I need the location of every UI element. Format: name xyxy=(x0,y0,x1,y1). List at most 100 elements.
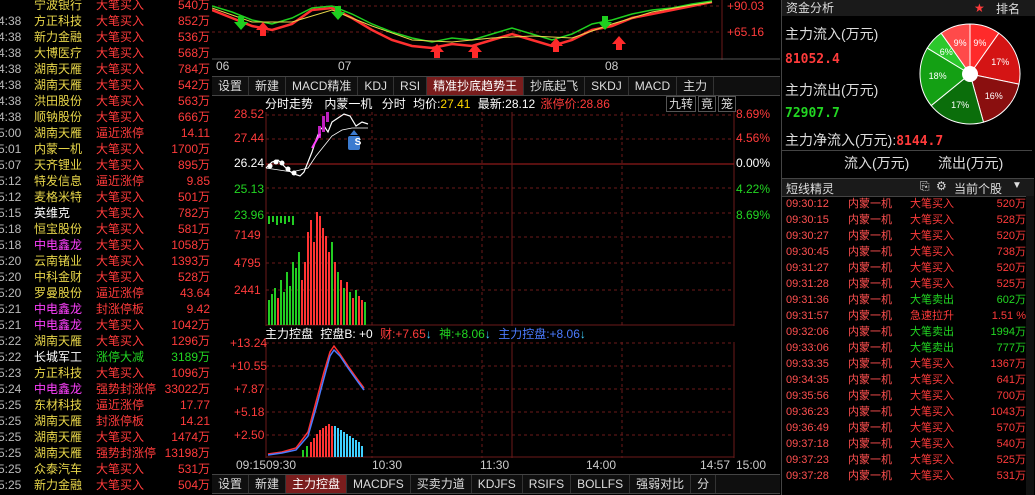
tab-top_tabs-7[interactable]: SKDJ xyxy=(585,77,629,95)
signal-row[interactable]: 4:38 顺钠股份 大笔买入 666万 xyxy=(0,109,212,125)
tab-bottom_tabs-0[interactable]: 设置 xyxy=(212,475,250,493)
shortline-time: 09:32:06 xyxy=(786,326,829,338)
tab-top_tabs-1[interactable]: 新建 xyxy=(249,77,287,95)
tab-top_tabs-0[interactable]: 设置 xyxy=(212,77,250,95)
sell-marker-label: S xyxy=(354,137,362,148)
signal-row[interactable]: 5:12 麦格米特 大笔买入 501万 xyxy=(0,189,212,205)
star-icon[interactable]: ★ xyxy=(974,1,985,15)
signal-row[interactable]: 4:38 湖南天雁 大笔买入 542万 xyxy=(0,77,212,93)
shortline-row[interactable]: 09:30:15 内蒙一机 大笔买入 528万 xyxy=(782,212,1034,228)
signal-value: 1296万 xyxy=(171,334,210,348)
rank-tab[interactable]: 排名 xyxy=(996,0,1020,17)
signal-row[interactable]: 5:20 云南锗业 大笔买入 1393万 xyxy=(0,253,212,269)
shortline-row[interactable]: 09:31:27 内蒙一机 大笔买入 520万 xyxy=(782,260,1034,276)
signal-row[interactable]: 5:25 湖南天雁 大笔买入 1474万 xyxy=(0,429,212,445)
gear-icon[interactable]: ⚙ xyxy=(936,179,947,193)
scope-select[interactable]: 当前个股 xyxy=(954,180,1002,197)
signal-row[interactable]: 5:12 特发信息 逼近涨停 9.85 xyxy=(0,173,212,189)
signal-row[interactable]: 5:21 中电鑫龙 封涨停板 9.42 xyxy=(0,301,212,317)
shortline-row[interactable]: 09:35:56 内蒙一机 大笔买入 700万 xyxy=(782,388,1034,404)
signal-row[interactable]: 5:25 湖南天雁 强势封涨停 13198万 xyxy=(0,445,212,461)
tab-bottom_tabs-6[interactable]: RSIFS xyxy=(523,475,572,493)
shortline-row[interactable]: 09:30:45 内蒙一机 大笔买入 738万 xyxy=(782,244,1034,260)
signal-row[interactable]: 5:22 长城军工 涨停大减 3189万 xyxy=(0,349,212,365)
tab-bottom_tabs-9[interactable]: 分 xyxy=(691,475,717,493)
signal-row[interactable]: 5:25 新力金融 大笔买入 504万 xyxy=(0,477,212,493)
signal-row[interactable]: 5:15 英维克 大笔买入 782万 xyxy=(0,205,212,221)
scrollbar[interactable] xyxy=(1026,196,1034,495)
signal-row[interactable]: 4:38 方正科技 大笔买入 852万 xyxy=(0,13,212,29)
tab-bottom_tabs-1[interactable]: 新建 xyxy=(249,475,287,493)
last-label: 最新: xyxy=(477,97,506,111)
signal-time: 5:25 xyxy=(0,462,22,476)
market-signal-list[interactable]: 宁波银行 大笔买入 540万 4:38 方正科技 大笔买入 852万 4:38 新力金融 大笔买入… xyxy=(0,0,212,495)
jing-button[interactable]: 竟 xyxy=(698,96,717,112)
tab-top_tabs-5[interactable]: 精准抄底趋势王 xyxy=(427,77,525,95)
tab-top_tabs-9[interactable]: 主力 xyxy=(677,77,715,95)
shortline-stock: 内蒙一机 xyxy=(848,342,892,354)
tab-bottom_tabs-7[interactable]: BOLLFS xyxy=(571,475,631,493)
signal-row[interactable]: 5:25 众泰汽车 大笔买入 531万 xyxy=(0,461,212,477)
signal-row[interactable]: 4:38 新力金融 大笔买入 536万 xyxy=(0,29,212,45)
cai-value: +7.65 xyxy=(395,327,426,341)
shortline-row[interactable]: 09:30:12 内蒙一机 大笔买入 520万 xyxy=(782,196,1034,212)
signal-row[interactable]: 5:18 恒宝股份 大笔买入 581万 xyxy=(0,221,212,237)
signal-row[interactable]: 5:20 罗曼股份 逼近涨停 43.64 xyxy=(0,285,212,301)
shortline-row[interactable]: 09:31:28 内蒙一机 大笔买入 525万 xyxy=(782,276,1034,292)
signal-row[interactable]: 5:00 湖南天雁 逼近涨停 14.11 xyxy=(0,125,212,141)
tab-bottom_tabs-3[interactable]: MACDFS xyxy=(347,475,411,493)
tab-bottom_tabs-5[interactable]: KDJFS xyxy=(472,475,523,493)
shortline-event: 大笔买入 xyxy=(910,470,954,482)
shortline-row[interactable]: 09:31:57 内蒙一机 急速拉升 1.51 % xyxy=(782,308,1034,324)
signal-row[interactable]: 5:20 中科金财 大笔买入 528万 xyxy=(0,269,212,285)
signal-row[interactable]: 5:25 东材科技 逼近涨停 17.77 xyxy=(0,397,212,413)
shortline-event: 大笔买入 xyxy=(910,230,954,242)
signal-row[interactable]: 5:01 内蒙一机 大笔买入 1700万 xyxy=(0,141,212,157)
signal-time: 5:07 xyxy=(0,158,22,172)
signal-stock: 湖南天雁 xyxy=(34,62,83,76)
signal-row[interactable]: 5:21 中电鑫龙 大笔买入 1042万 xyxy=(0,317,212,333)
tab-bottom_tabs-2[interactable]: 主力控盘 xyxy=(286,475,348,493)
signal-row[interactable]: 5:22 湖南天雁 大笔买入 1296万 xyxy=(0,333,212,349)
shortline-row[interactable]: 09:37:23 内蒙一机 大笔买入 525万 xyxy=(782,452,1034,468)
shortline-row[interactable]: 09:30:27 内蒙一机 大笔买入 520万 xyxy=(782,228,1034,244)
time-tick: 11:30 xyxy=(480,458,510,472)
signal-row[interactable]: 5:24 中电鑫龙 强势封涨停 33022万 xyxy=(0,381,212,397)
shortline-time: 09:36:23 xyxy=(786,406,829,418)
tab-top_tabs-4[interactable]: RSI xyxy=(394,77,428,95)
signal-row[interactable]: 5:18 中电鑫龙 大笔买入 1058万 xyxy=(0,237,212,253)
shortline-row[interactable]: 09:33:35 内蒙一机 大笔买入 1367万 xyxy=(782,356,1034,372)
shortline-row[interactable]: 09:31:36 内蒙一机 大笔卖出 602万 xyxy=(782,292,1034,308)
tab-top_tabs-2[interactable]: MACD精准 xyxy=(286,77,359,95)
shortline-row[interactable]: 09:36:23 内蒙一机 大笔买入 1043万 xyxy=(782,404,1034,420)
tab-top_tabs-6[interactable]: 抄底起飞 xyxy=(524,77,586,95)
bottom-indicator-tab-bar[interactable]: 设置 新建 主力控盘 MACDFS 买卖力道 KDJFS RSIFS BOLLFS 强弱对比分 xyxy=(212,474,780,494)
indicator-tab-bar[interactable]: 设置 新建 MACD精准 KDJ RSI 精准抄底趋势王 抄底起飞 SKDJ MACD 主力 xyxy=(212,76,780,96)
shortline-row[interactable]: 09:32:06 内蒙一机 大笔卖出 1994万 xyxy=(782,324,1034,340)
signal-row[interactable]: 4:38 湖南天雁 大笔买入 784万 xyxy=(0,61,212,77)
signal-row[interactable]: 宁波银行 大笔买入 540万 xyxy=(0,0,212,13)
signal-row[interactable]: 4:38 大博医疗 大笔买入 568万 xyxy=(0,45,212,61)
shortline-event: 大笔买入 xyxy=(910,214,954,226)
tab-top_tabs-3[interactable]: KDJ xyxy=(358,77,395,95)
tab-top_tabs-8[interactable]: MACD xyxy=(629,77,678,95)
shortline-list[interactable]: 09:30:12 内蒙一机 大笔买入 520万 09:30:15 内蒙一机 大笔买入 528万… xyxy=(782,196,1034,495)
export-icon[interactable]: ⎘ xyxy=(920,179,930,194)
tab-bottom_tabs-4[interactable]: 买卖力道 xyxy=(411,475,472,493)
shortline-row[interactable]: 09:36:49 内蒙一机 大笔买入 570万 xyxy=(782,420,1034,436)
long-button[interactable]: 笼 xyxy=(718,96,737,112)
signal-row[interactable]: 4:38 洪田股份 大笔买入 563万 xyxy=(0,93,212,109)
shortline-row[interactable]: 09:33:06 内蒙一机 大笔卖出 777万 xyxy=(782,340,1034,356)
shortline-row[interactable]: 09:37:28 内蒙一机 大笔买入 531万 xyxy=(782,468,1034,484)
signal-row[interactable]: 5:25 湖南天雁 封涨停板 14.21 xyxy=(0,413,212,429)
shortline-event: 大笔买入 xyxy=(910,374,954,386)
shortline-row[interactable]: 09:37:18 内蒙一机 大笔买入 540万 xyxy=(782,436,1034,452)
signal-row[interactable]: 5:07 天齐锂业 大笔买入 895万 xyxy=(0,157,212,173)
jiuzhuan-button[interactable]: 九转 xyxy=(666,96,697,112)
tab-bottom_tabs-8[interactable]: 强弱对比 xyxy=(630,475,692,493)
shortline-row[interactable]: 09:34:35 内蒙一机 大笔买入 641万 xyxy=(782,372,1034,388)
chevron-down-icon[interactable]: ▼ xyxy=(1012,180,1022,191)
signal-row[interactable]: 5:23 方正科技 大笔买入 1096万 xyxy=(0,365,212,381)
signal-value: 540万 xyxy=(177,0,210,12)
time-axis: 09:15 09:30 10:30 11:30 14:00 14:57 15:0… xyxy=(212,458,780,474)
